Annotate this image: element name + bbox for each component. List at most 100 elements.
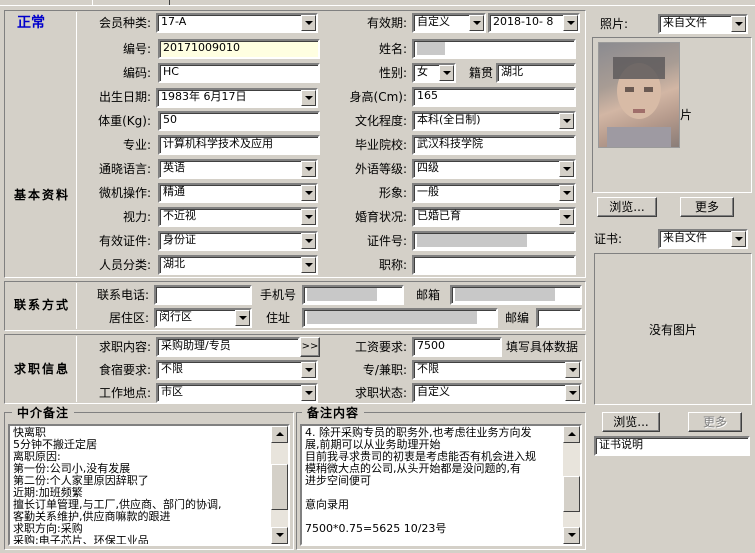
code-label: 编码: — [78, 64, 154, 82]
chevron-down-icon[interactable] — [559, 113, 574, 129]
remark-line: 意向录用 — [305, 498, 349, 511]
top-tab[interactable] — [92, 0, 170, 5]
cert-more-button[interactable]: 更多 — [688, 412, 742, 432]
height-field[interactable]: 165 — [412, 87, 576, 107]
state-select[interactable]: 自定义 — [412, 383, 582, 403]
location-label: 工作地点: — [78, 384, 154, 402]
school-label: 毕业院校: — [330, 136, 410, 154]
major-field[interactable]: 计算机科学技术及应用 — [158, 135, 320, 155]
agency-note-scrollbar[interactable] — [271, 426, 288, 544]
code-field[interactable]: HC — [158, 63, 320, 83]
scroll-down-icon[interactable] — [563, 527, 580, 544]
cert-source-select[interactable]: 来自文件 — [658, 229, 748, 249]
portrait-icon — [607, 57, 671, 147]
chevron-down-icon[interactable] — [559, 185, 574, 201]
chevron-down-icon[interactable] — [301, 233, 316, 249]
validity-date-picker[interactable]: 2018-10- 8 — [488, 13, 580, 33]
title-label: 职称: — [330, 256, 410, 274]
job-section-title: 求职信息 — [8, 360, 76, 378]
marital-select[interactable]: 已婚已育 — [412, 207, 576, 227]
chevron-down-icon[interactable] — [559, 209, 574, 225]
weight-field[interactable]: 50 — [158, 111, 320, 131]
cert-empty-text: 没有图片 — [648, 323, 697, 337]
category-select[interactable]: 湖北 — [158, 255, 318, 275]
district-label: 居住区: — [78, 309, 152, 327]
job-content-field[interactable]: 采购助理/专员 — [156, 337, 300, 357]
language-label: 通晓语言: — [78, 160, 154, 178]
major-label: 专业: — [78, 136, 154, 154]
cert-label: 证书: — [590, 230, 654, 248]
chevron-down-icon[interactable] — [301, 257, 316, 273]
chevron-down-icon[interactable] — [731, 231, 746, 247]
chevron-down-icon[interactable] — [301, 385, 316, 401]
scroll-thumb[interactable] — [271, 464, 288, 510]
gender-select[interactable]: 女 — [412, 63, 456, 83]
email-field[interactable] — [450, 285, 582, 305]
language-select[interactable]: 英语 — [158, 159, 318, 179]
chevron-down-icon[interactable] — [301, 90, 316, 106]
photo-more-button[interactable]: 更多 — [680, 197, 734, 217]
foreign-level-select[interactable]: 四级 — [412, 159, 576, 179]
number-field[interactable]: 20171009010 — [158, 39, 320, 59]
job-content-label: 求职内容: — [78, 338, 154, 356]
chevron-down-icon[interactable] — [235, 310, 250, 326]
id-number-field[interactable] — [412, 231, 576, 251]
chevron-down-icon[interactable] — [301, 161, 316, 177]
salary-field[interactable]: 7500 — [412, 337, 502, 357]
redacted-name — [417, 41, 445, 55]
postcode-field[interactable] — [536, 308, 582, 328]
lodging-select[interactable]: 不限 — [156, 360, 318, 380]
mobile-field[interactable] — [302, 285, 404, 305]
image-select[interactable]: 一般 — [412, 183, 576, 203]
cert-description-field[interactable]: 证书说明 — [594, 436, 750, 456]
vision-select[interactable]: 不近视 — [158, 207, 318, 227]
agency-note-line: 采购:电子芯片、环保工业品 — [13, 534, 149, 546]
chevron-down-icon[interactable] — [565, 362, 580, 378]
height-label: 身高(Cm): — [330, 88, 410, 106]
scroll-up-icon[interactable] — [271, 426, 288, 443]
cert-browse-button[interactable]: 浏览... — [602, 412, 660, 432]
chevron-down-icon[interactable] — [559, 161, 574, 177]
native-field[interactable]: 湖北 — [496, 63, 576, 83]
address-field[interactable] — [302, 308, 498, 328]
vision-label: 视力: — [78, 208, 154, 226]
remark-scrollbar[interactable] — [563, 426, 580, 544]
education-select[interactable]: 本科(全日制) — [412, 111, 576, 131]
foreign-level-label: 外语等级: — [330, 160, 410, 178]
chevron-down-icon[interactable] — [439, 65, 454, 81]
id-type-select[interactable]: 身份证 — [158, 231, 318, 251]
parttime-select[interactable]: 不限 — [412, 360, 582, 380]
job-content-more-button[interactable]: >> — [300, 337, 320, 357]
basic-section-title: 基本资料 — [8, 186, 76, 204]
scroll-thumb[interactable] — [563, 476, 580, 512]
chevron-down-icon[interactable] — [301, 185, 316, 201]
member-type-select[interactable]: 17-A — [156, 13, 318, 33]
marital-label: 婚育状况: — [330, 208, 410, 226]
photo-browse-button[interactable]: 浏览... — [597, 197, 657, 217]
computer-select[interactable]: 精通 — [158, 183, 318, 203]
validity-mode-select[interactable]: 自定义 — [412, 13, 486, 33]
chevron-down-icon[interactable] — [301, 15, 316, 31]
photo-source-select[interactable]: 来自文件 — [658, 14, 748, 34]
chevron-down-icon[interactable] — [301, 362, 316, 378]
gender-label: 性别: — [330, 64, 410, 82]
phone-field[interactable] — [154, 285, 252, 305]
chevron-down-icon[interactable] — [565, 385, 580, 401]
chevron-down-icon[interactable] — [469, 15, 484, 31]
name-field[interactable] — [412, 39, 576, 59]
contact-section-title: 联系方式 — [8, 296, 76, 314]
district-select[interactable]: 闵行区 — [154, 308, 252, 328]
chevron-down-icon[interactable] — [731, 16, 746, 32]
agency-note-memo[interactable]: 快离职 5分钟不搬迁定居 离职原因: 第一份:公司小,没有发展 第二份:个人家里原因辞职… — [8, 424, 290, 546]
school-field[interactable]: 武汉科技学院 — [412, 135, 576, 155]
title-field[interactable] — [412, 255, 576, 275]
scroll-up-icon[interactable] — [563, 426, 580, 443]
parttime-label: 专/兼职: — [322, 361, 410, 379]
remark-memo[interactable]: 4. 除开采购专员的职务外,也考虑往业务方向发 展,前期可以从业务助理开始 目前我寻… — [300, 424, 582, 546]
location-select[interactable]: 市区 — [156, 383, 318, 403]
chevron-down-icon[interactable] — [301, 209, 316, 225]
chevron-down-icon[interactable] — [563, 15, 578, 31]
validity-label: 有效期: — [330, 14, 410, 32]
birth-date-picker[interactable]: 1983年 6月17日 — [156, 88, 318, 108]
scroll-down-icon[interactable] — [271, 527, 288, 544]
